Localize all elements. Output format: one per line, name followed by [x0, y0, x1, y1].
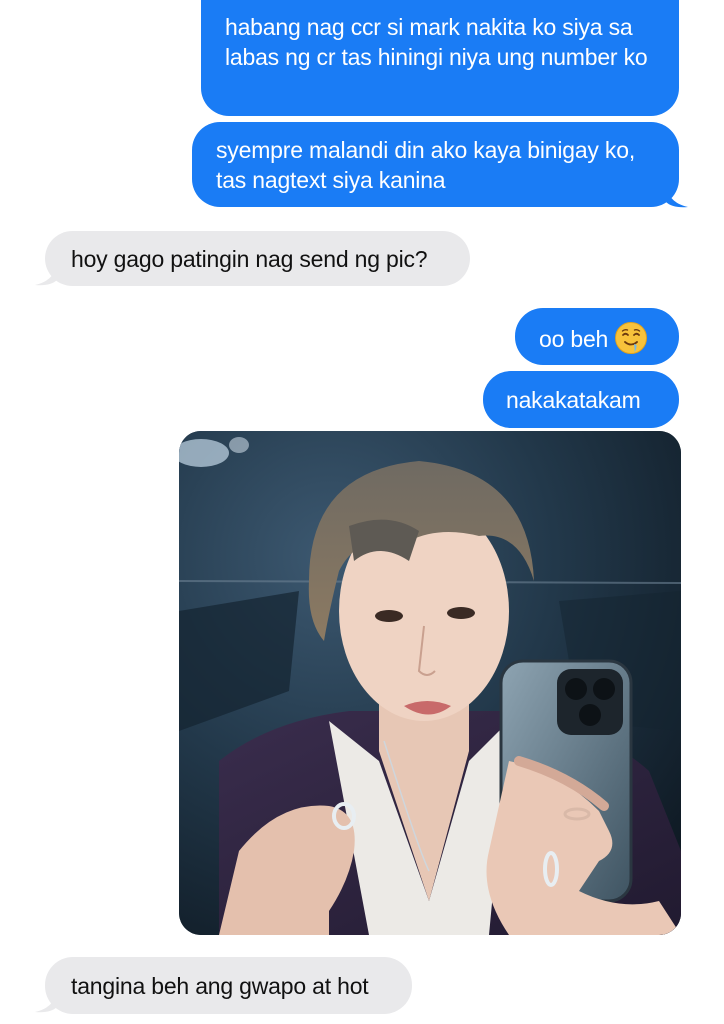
message-text: nakakatakam	[506, 387, 641, 413]
sent-message-bubble[interactable]: nakakatakam	[483, 371, 679, 428]
received-message-bubble[interactable]: tangina beh ang gwapo at hot	[45, 957, 412, 1014]
message-text: syempre malandi din ako kaya binigay ko,…	[216, 137, 636, 193]
sent-message-bubble[interactable]: oo beh	[515, 308, 679, 365]
message-text: habang nag ccr si mark nakita ko siya sa…	[225, 14, 648, 70]
sent-bubble-tail	[666, 186, 688, 208]
photo-attachment[interactable]	[179, 431, 681, 935]
sent-message-bubble[interactable]: syempre malandi din ako kaya binigay ko,…	[192, 122, 679, 207]
message-text: tangina beh ang gwapo at hot	[71, 973, 369, 999]
message-text: oo beh	[539, 326, 609, 352]
received-message-bubble[interactable]: hoy gago patingin nag send ng pic?	[45, 231, 470, 286]
selfie-photo-image	[179, 431, 681, 935]
drooling-face-emoji-icon	[615, 322, 648, 354]
sent-message-bubble[interactable]: habang nag ccr si mark nakita ko siya sa…	[201, 0, 679, 116]
message-text: hoy gago patingin nag send ng pic?	[71, 246, 428, 272]
